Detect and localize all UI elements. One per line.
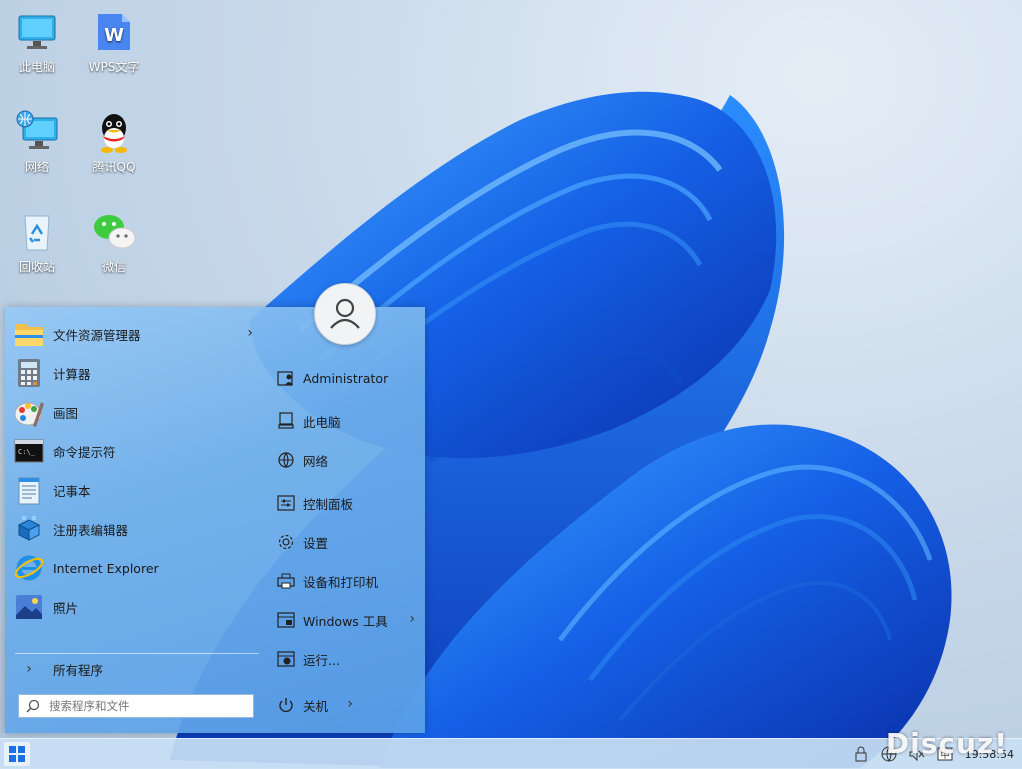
network-icon [15, 110, 59, 154]
control-panel-icon [277, 494, 295, 512]
desktop-icon-this-pc[interactable]: 此电脑 [0, 10, 74, 75]
start-menu: 文件资源管理器 › 计算器 画图 C:\_ 命令提示符 记事本 注册表编辑器 I… [5, 307, 425, 733]
search-input[interactable] [47, 698, 241, 714]
notepad-icon [13, 474, 45, 506]
place-network[interactable]: 网络 [277, 447, 419, 473]
desktop-icon-qq[interactable]: 腾讯QQ [77, 110, 151, 175]
place-devices-printers[interactable]: 设备和打印机 [277, 568, 419, 594]
place-administrator[interactable]: Administrator [277, 365, 419, 391]
calculator-icon [13, 357, 45, 389]
paint-icon [13, 396, 45, 428]
start-search-box[interactable] [18, 694, 254, 718]
printer-icon [277, 572, 295, 590]
app-notepad[interactable]: 记事本 [13, 473, 259, 507]
recycle-bin-icon [15, 210, 59, 254]
qq-icon [92, 110, 136, 154]
user-avatar-icon [330, 298, 360, 329]
windows-tools-icon [277, 611, 295, 629]
app-registry-editor[interactable]: 注册表编辑器 [13, 512, 259, 546]
start-button[interactable] [4, 742, 30, 766]
app-command-prompt[interactable]: C:\_ 命令提示符 [13, 434, 259, 468]
app-internet-explorer[interactable]: Internet Explorer [13, 551, 259, 585]
taskbar: 中 19:58:54 [0, 738, 1022, 769]
run-icon [277, 650, 295, 668]
security-icon[interactable] [852, 745, 870, 763]
app-calculator[interactable]: 计算器 [13, 356, 259, 390]
file-explorer-icon [13, 318, 45, 350]
wps-writer-icon: W [92, 10, 136, 54]
user-folder-icon [277, 369, 295, 387]
place-control-panel[interactable]: 控制面板 [277, 490, 419, 516]
place-run[interactable]: 运行... [277, 646, 419, 672]
app-file-explorer[interactable]: 文件资源管理器 › [13, 317, 259, 351]
user-avatar[interactable] [314, 283, 376, 345]
this-pc-icon [15, 10, 59, 54]
desktop-icon-network[interactable]: 网络 [0, 110, 74, 175]
chevron-right-icon[interactable]: › [347, 696, 353, 712]
registry-editor-icon [13, 513, 45, 545]
settings-gear-icon [277, 533, 295, 551]
chevron-right-icon: › [26, 661, 32, 677]
network-globe-icon [277, 451, 295, 469]
search-icon [25, 698, 41, 714]
svg-text:C:\_: C:\_ [18, 448, 36, 456]
photos-icon [13, 591, 45, 623]
place-this-pc[interactable]: 此电脑 [277, 408, 419, 434]
desktop-icon-recycle-bin[interactable]: 回收站 [0, 210, 74, 275]
start-menu-places: Administrator 此电脑 网络 控制面板 设置 设备和打印机 Wind… [267, 307, 425, 733]
start-menu-programs: 文件资源管理器 › 计算器 画图 C:\_ 命令提示符 记事本 注册表编辑器 I… [5, 307, 267, 733]
place-settings[interactable]: 设置 [277, 529, 419, 555]
place-windows-tools[interactable]: Windows 工具 › [277, 607, 419, 633]
desktop-icon-wps[interactable]: W WPS文字 [77, 10, 151, 75]
svg-text:W: W [104, 25, 124, 46]
chevron-right-icon: › [247, 325, 253, 341]
app-paint[interactable]: 画图 [13, 395, 259, 429]
wechat-icon [92, 210, 136, 254]
power-icon [277, 696, 295, 714]
internet-explorer-icon [13, 552, 45, 584]
windows-logo-icon [9, 746, 25, 762]
command-prompt-icon: C:\_ [13, 435, 45, 467]
chevron-right-icon: › [409, 611, 415, 627]
app-photos[interactable]: 照片 [13, 590, 259, 624]
desktop-icon-wechat[interactable]: 微信 [77, 210, 151, 275]
all-programs-button[interactable]: › 所有程序 [13, 653, 259, 685]
shutdown-button[interactable]: 关机 › [277, 692, 357, 718]
discuz-watermark: Discuz! [885, 727, 1008, 760]
computer-icon [277, 412, 295, 430]
